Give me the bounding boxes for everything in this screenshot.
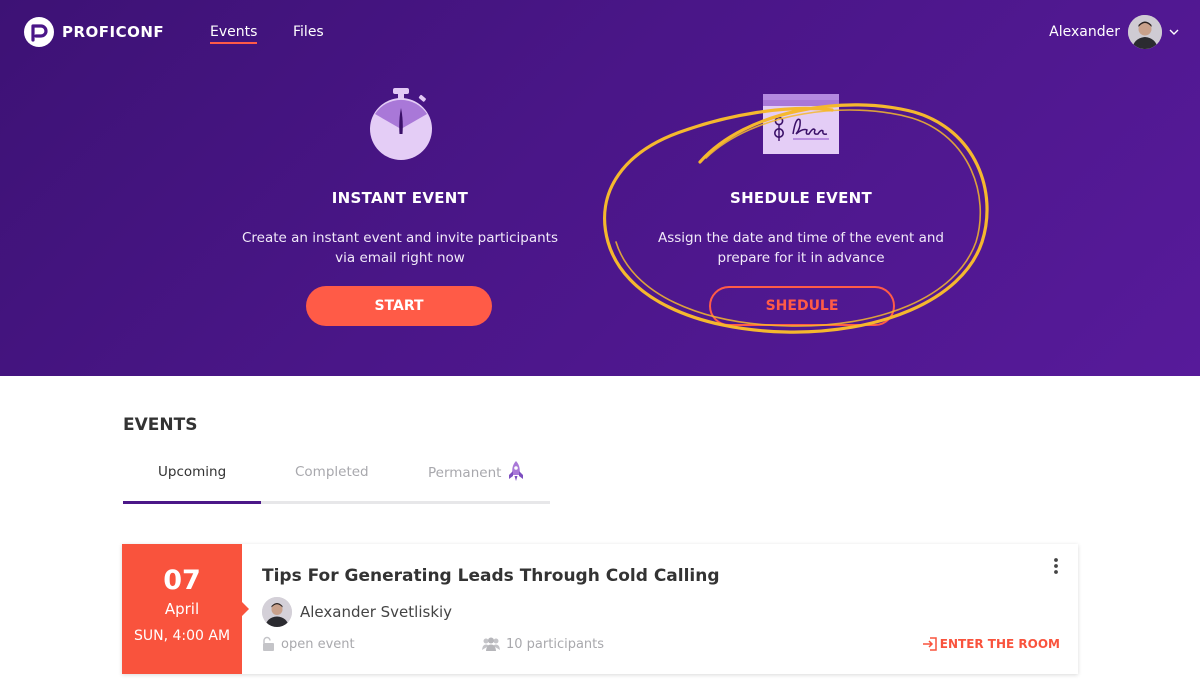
event-title[interactable]: Tips For Generating Leads Through Cold C… (262, 566, 720, 586)
events-heading: EVENTS (123, 415, 198, 435)
participants-icon (482, 637, 500, 651)
event-host: Alexander Svetliskiy (262, 597, 452, 627)
event-time: SUN, 4:00 AM (133, 628, 231, 644)
nav-events[interactable]: Events (210, 24, 258, 44)
more-options-icon[interactable] (1046, 556, 1066, 576)
instant-event-description: Create an instant event and invite parti… (220, 228, 580, 268)
event-access-label: open event (281, 636, 355, 652)
host-name: Alexander Svetliskiy (300, 603, 453, 621)
event-access: open event (260, 636, 355, 652)
events-tabs: Upcoming Completed Permanent (123, 452, 550, 504)
schedule-desc-line2: prepare for it in advance (717, 250, 885, 266)
stopwatch-icon (370, 88, 432, 160)
hero-banner: PROFICONF Events Files Alexander INSTANT (0, 0, 1200, 376)
host-avatar (262, 597, 292, 627)
shedule-button[interactable]: SHEDULE (709, 286, 895, 326)
user-name: Alexander (1049, 24, 1120, 40)
signed-document-icon (763, 94, 839, 154)
tab-active-indicator (123, 501, 261, 504)
event-date-block: 07 April SUN, 4:00 AM (122, 544, 249, 674)
nav-files[interactable]: Files (293, 24, 324, 40)
proficonf-logo-icon (24, 17, 54, 47)
enter-icon (922, 637, 937, 651)
tab-permanent[interactable]: Permanent (428, 461, 525, 482)
instant-desc-line1: Create an instant event and invite parti… (241, 230, 559, 246)
chevron-down-icon (1169, 29, 1179, 35)
event-day: 07 (163, 565, 201, 596)
event-card[interactable]: 07 April SUN, 4:00 AM Tips For Generatin… (122, 544, 1078, 674)
brand-name: PROFICONF (62, 23, 165, 41)
instant-desc-line2: via email right now (335, 250, 465, 266)
user-avatar (1128, 15, 1162, 49)
brand-logo[interactable]: PROFICONF (24, 17, 164, 47)
schedule-event-description: Assign the date and time of the event an… (621, 228, 981, 268)
event-participants: 10 participants (481, 636, 604, 652)
start-button[interactable]: START (306, 286, 492, 326)
user-menu[interactable]: Alexander (1049, 15, 1180, 49)
rocket-icon (509, 461, 524, 481)
enter-room-button[interactable]: ENTER THE ROOM (922, 637, 1060, 651)
unlock-icon (263, 636, 274, 651)
tab-upcoming[interactable]: Upcoming (158, 464, 226, 480)
event-participants-label: 10 participants (506, 636, 605, 652)
tab-permanent-label: Permanent (428, 465, 502, 481)
enter-room-label: ENTER THE ROOM (939, 637, 1060, 651)
schedule-event-title: SHEDULE EVENT (729, 189, 873, 207)
instant-event-title: INSTANT EVENT (331, 189, 469, 207)
schedule-desc-line1: Assign the date and time of the event an… (657, 230, 945, 246)
tab-completed[interactable]: Completed (295, 464, 369, 480)
event-month: April (164, 600, 200, 618)
